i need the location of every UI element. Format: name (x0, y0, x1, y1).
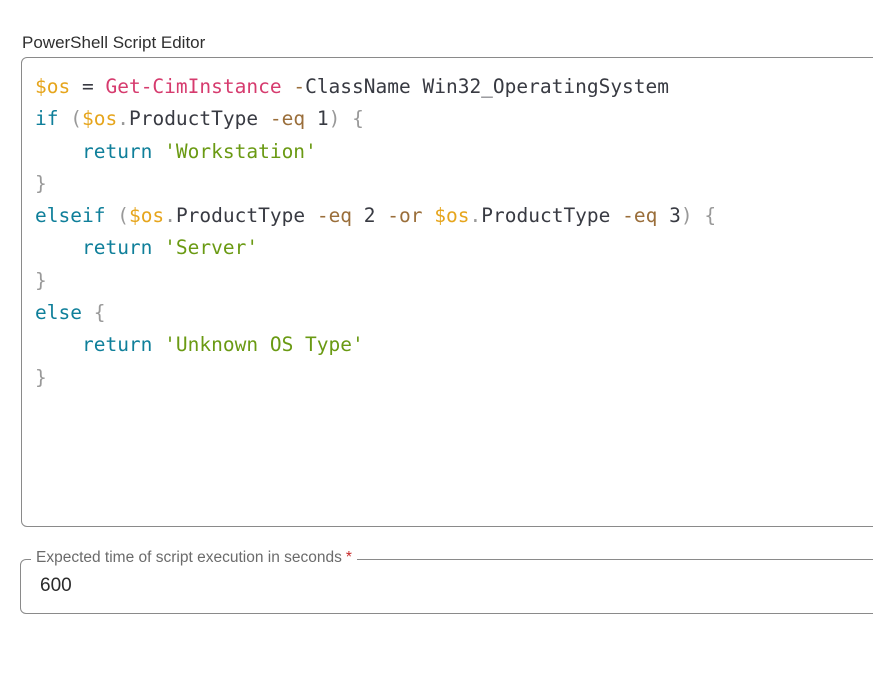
code-token: ( (70, 107, 82, 131)
code-token: ClassName Win32_OperatingSystem (305, 75, 670, 98)
code-token: } (35, 268, 47, 292)
code-token: $os (128, 204, 165, 228)
code-token: = (70, 75, 106, 98)
code-token: elseif (35, 204, 106, 228)
code-token: ProductType (175, 204, 317, 228)
code-token: return (81, 333, 153, 357)
execution-time-label: Expected time of script execution in sec… (31, 549, 357, 567)
code-token: -eq (622, 204, 658, 228)
code-line-9: return 'Unknown OS Type' (35, 329, 716, 361)
code-token: } (35, 365, 47, 389)
code-line-4: } (35, 168, 716, 200)
code-token: { (93, 301, 106, 325)
code-token: } (35, 171, 47, 195)
code-token: $os (35, 75, 71, 98)
code-token: - (293, 75, 306, 98)
code-token: return (81, 236, 153, 260)
code-token: 2 (352, 204, 388, 228)
code-token: -eq (269, 107, 306, 131)
code-token: . (469, 204, 482, 228)
code-line-3: return 'Workstation' (35, 136, 716, 168)
code-line-1: $os = Get-CimInstance -ClassName Win32_O… (35, 71, 716, 103)
code-token: -eq (316, 204, 353, 228)
code-line-5: elseif ($os.ProductType -eq 2 -or $os.Pr… (35, 200, 716, 232)
code-line-7: } (35, 265, 716, 297)
code-token: . (117, 107, 129, 131)
code-token: ) (328, 107, 341, 131)
execution-time-field[interactable]: Expected time of script execution in sec… (20, 549, 873, 614)
code-token: 'Workstation' (164, 139, 317, 163)
code-token: else (35, 301, 82, 325)
code-token: 3 (657, 204, 681, 228)
code-token: ) (680, 204, 693, 228)
script-editor[interactable]: $os = Get-CimInstance -ClassName Win32_O… (21, 57, 873, 527)
code-token: 'Server' (164, 236, 259, 260)
code-token: 'Unknown OS Type' (164, 333, 364, 357)
code-token: { (704, 204, 717, 228)
code-line-6: return 'Server' (35, 232, 716, 264)
code-token: if (35, 107, 59, 131)
code-token: return (81, 139, 153, 163)
code-token: $os (434, 204, 470, 228)
script-editor-label: PowerShell Script Editor (22, 33, 206, 52)
code-token: ( (117, 204, 129, 228)
code-token: Get-CimInstance (105, 75, 282, 98)
code-line-8: else { (35, 297, 716, 329)
script-code[interactable]: $os = Get-CimInstance -ClassName Win32_O… (35, 71, 716, 394)
code-token: $os (81, 107, 118, 131)
code-line-10: } (35, 362, 716, 394)
execution-time-input[interactable] (40, 575, 340, 597)
code-token: { (352, 107, 364, 131)
execution-time-label-text: Expected time of script execution in sec… (36, 549, 342, 566)
code-token: . (164, 204, 176, 228)
code-token: 1 (305, 107, 329, 131)
code-token: -or (387, 204, 423, 228)
code-line-2: if ($os.ProductType -eq 1) { (35, 103, 716, 135)
code-token: ProductType (481, 204, 623, 228)
required-mark: * (345, 549, 352, 566)
code-token: ProductType (128, 107, 270, 131)
